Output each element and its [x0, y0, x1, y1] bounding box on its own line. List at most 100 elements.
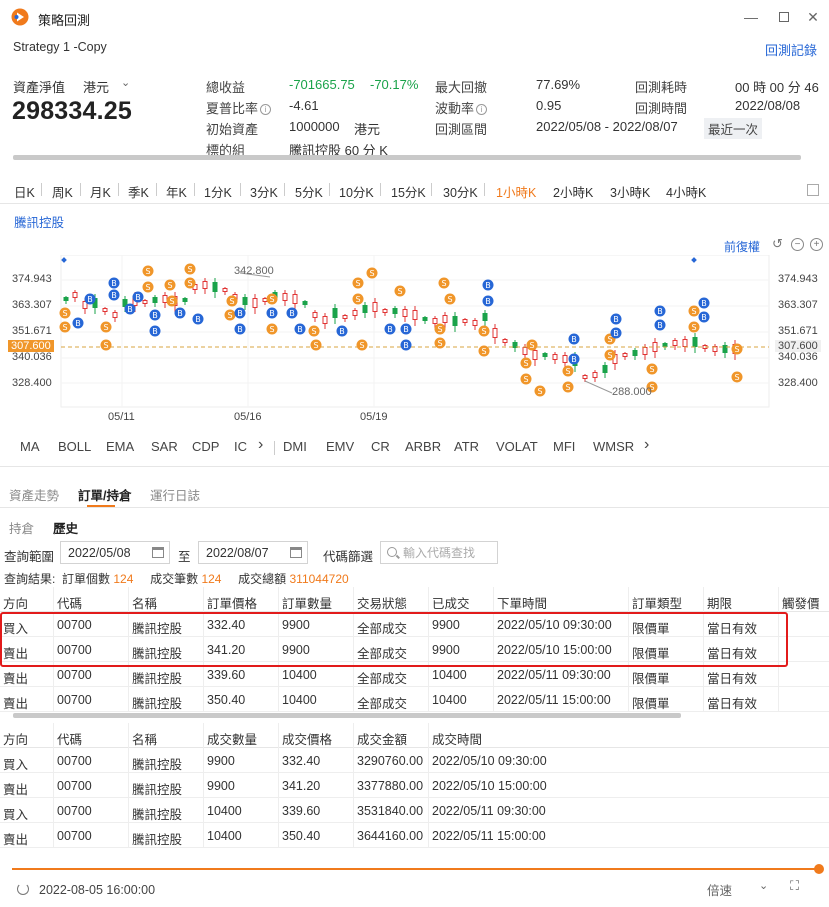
timeframe-tab[interactable]: 1小時K [496, 182, 536, 201]
code-search-box[interactable] [380, 541, 498, 564]
column-divider [703, 587, 704, 612]
backtest-record-link[interactable]: 回測記錄 [765, 40, 817, 59]
timeframe-tab[interactable]: 10分K [339, 182, 374, 201]
sub-indicator-tab[interactable]: DMI [283, 439, 307, 454]
column-divider [53, 823, 54, 848]
chevron-down-icon[interactable]: ⌄ [759, 879, 768, 892]
candle-body [382, 309, 388, 313]
sub-indicator-tab[interactable]: ARBR [405, 439, 441, 454]
high-price-label: 342.800 [234, 265, 274, 277]
buy-marker-label: B [127, 305, 133, 314]
tab-orders-positions[interactable]: 訂單/持倉 [78, 485, 131, 504]
replay-icon[interactable] [17, 883, 29, 895]
subtab-positions[interactable]: 持倉 [9, 518, 34, 537]
chevron-down-icon[interactable]: ⌄ [121, 76, 130, 89]
zoom-out-icon[interactable]: − [791, 238, 804, 251]
timeframe-tab[interactable]: 3分K [250, 182, 278, 201]
table-row[interactable]: 賣出 00700 騰訊控股 9900 341.20 3377880.00 2022/05/1… [0, 773, 829, 798]
buy-marker-label: B [152, 327, 158, 336]
current-price-tag: 307.600 [8, 340, 54, 352]
timeframe-tab[interactable]: 4小時K [666, 182, 706, 201]
sub-indicator-tab[interactable]: MFI [553, 439, 575, 454]
subtab-history[interactable]: 歷史 [53, 518, 78, 537]
calendar-icon[interactable] [152, 547, 164, 558]
candle-body [372, 302, 378, 312]
main-indicator-tab[interactable]: MA [20, 439, 40, 454]
chart-symbol-link[interactable]: 騰訊控股 [14, 212, 64, 231]
column-divider [53, 748, 54, 773]
timeframe-tab[interactable]: 1分K [204, 182, 232, 201]
playback-progress[interactable] [12, 868, 820, 870]
column-divider [53, 798, 54, 823]
main-indicator-tab[interactable]: IC [234, 439, 247, 454]
table-cell: 00700 [57, 804, 92, 818]
candle-body [472, 320, 478, 326]
table-cell: 339.60 [282, 804, 321, 818]
fullscreen-icon[interactable]: ⛶ [790, 878, 804, 893]
table-row[interactable]: 買入 00700 騰訊控股 9900 332.40 3290760.00 2022/05/1… [0, 748, 829, 773]
sub-indicator-tab[interactable]: ATR [454, 439, 479, 454]
price-adjust-select[interactable]: 前復權 [724, 238, 760, 255]
info-icon[interactable]: i [476, 104, 488, 115]
buy-marker-label: B [237, 325, 243, 334]
minimize-button[interactable]: — [740, 6, 762, 28]
timeframe-tab[interactable]: 季K [128, 182, 149, 201]
timeframe-tab[interactable]: 3小時K [610, 182, 650, 201]
main-indicator-tab[interactable]: EMA [106, 439, 134, 454]
table-cell: 3377880.00 [357, 779, 424, 793]
zoom-in-icon[interactable]: + [810, 238, 823, 251]
to-date-field[interactable]: 2022/08/07 [198, 541, 308, 564]
kline-chart-svg[interactable]: SS BBSSBBBBSSBBSSBSSB SSBBSBSBB SSBSSSSBSBB… [0, 254, 829, 425]
chevron-right-icon[interactable]: › [258, 436, 263, 454]
layout-icon[interactable] [807, 184, 819, 196]
candle-body [242, 297, 248, 305]
timeframe-tab[interactable]: 日K [14, 182, 35, 201]
main-indicator-tab[interactable]: SAR [151, 439, 178, 454]
timeframe-tab[interactable]: 月K [90, 182, 111, 201]
tab-run-log[interactable]: 運行日誌 [150, 485, 200, 504]
undo-icon[interactable]: ↺ [771, 237, 784, 251]
tab-asset-trend[interactable]: 資產走勢 [9, 485, 59, 504]
table-row[interactable]: 賣出 00700 騰訊控股 350.40 10400 全部成交 10400 2022/05/1… [0, 687, 829, 712]
maximize-button[interactable] [773, 6, 795, 28]
playback-progress-handle[interactable] [814, 864, 824, 874]
chevron-right-icon[interactable]: › [644, 436, 649, 454]
info-icon[interactable]: i [260, 104, 272, 115]
kline-chart[interactable]: SSBBSSBBBBSSBBSSBSSBSSBBSBSBBSSBSSSSBSBB… [0, 254, 829, 425]
sub-indicator-tab[interactable]: WMSR [593, 439, 634, 454]
column-divider [428, 587, 429, 612]
app-logo-icon [11, 8, 29, 26]
sell-marker-label: S [355, 295, 360, 304]
candle-body [282, 293, 288, 301]
candle-body [72, 292, 78, 298]
orders-table-scrollbar[interactable] [13, 713, 681, 718]
from-date-field[interactable]: 2022/05/08 [60, 541, 170, 564]
candle-body [422, 317, 428, 321]
timeframe-tab[interactable]: 2小時K [553, 182, 593, 201]
table-row[interactable]: 賣出 00700 騰訊控股 10400 350.40 3644160.00 2022/05/… [0, 823, 829, 848]
timeframe-tab[interactable]: 30分K [443, 182, 478, 201]
timeframe-tab[interactable]: 周K [52, 182, 73, 201]
currency-select[interactable]: 港元 [83, 77, 109, 96]
table-cell: 2022/05/11 15:00:00 [432, 829, 546, 843]
timeframe-tab[interactable]: 5分K [295, 182, 323, 201]
speed-select[interactable]: 倍速 [707, 880, 732, 899]
timeframe-tab[interactable]: 15分K [391, 182, 426, 201]
buy-marker-label: B [387, 325, 393, 334]
table-row[interactable]: 買入 00700 騰訊控股 10400 339.60 3531840.00 2022/05/… [0, 798, 829, 823]
to-label: 至 [178, 550, 191, 564]
code-search-input[interactable] [403, 545, 495, 561]
main-indicator-tab[interactable]: BOLL [58, 439, 91, 454]
column-header: 代碼 [57, 733, 83, 747]
sub-indicator-tab[interactable]: VOLAT [496, 439, 538, 454]
table-cell: 全部成交 [357, 672, 408, 686]
sub-indicator-tab[interactable]: EMV [326, 439, 354, 454]
sell-marker-label: S [691, 307, 696, 316]
main-indicator-tab[interactable]: CDP [192, 439, 219, 454]
calendar-icon[interactable] [290, 547, 302, 558]
sub-indicator-tab[interactable]: CR [371, 439, 390, 454]
timeframe-tab[interactable]: 年K [166, 182, 187, 201]
close-button[interactable]: ✕ [802, 6, 824, 28]
sell-marker-label: S [145, 283, 150, 292]
summary-scrollbar[interactable] [13, 155, 801, 160]
